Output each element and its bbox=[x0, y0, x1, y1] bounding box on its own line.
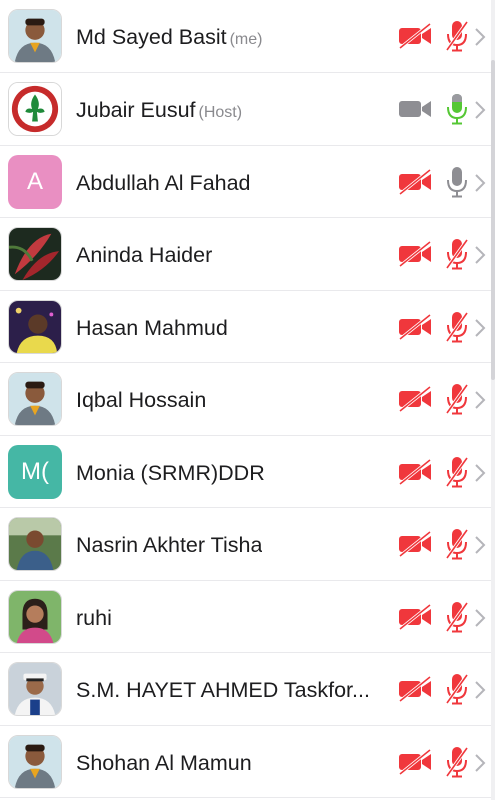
chevron-right-icon[interactable] bbox=[473, 389, 487, 411]
mic-muted-icon[interactable] bbox=[444, 455, 470, 489]
participant-row[interactable]: Md Sayed Basit (me) bbox=[0, 0, 495, 73]
participant-row[interactable]: S.M. HAYET AHMED Taskfor... bbox=[0, 653, 495, 726]
participant-name: Jubair Eusuf bbox=[76, 98, 196, 122]
participant-name: Monia (SRMR)DDR bbox=[76, 460, 265, 485]
participant-name-line: Hasan Mahmud bbox=[76, 291, 228, 363]
scrollbar-thumb[interactable] bbox=[491, 60, 495, 380]
participant-name-line: Abdullah Al Fahad bbox=[76, 146, 251, 218]
chevron-right-icon[interactable] bbox=[473, 752, 487, 774]
avatar-photo bbox=[8, 662, 62, 716]
participant-row[interactable]: Aninda Haider bbox=[0, 218, 495, 291]
avatar-photo bbox=[8, 517, 62, 571]
mic-muted-icon[interactable] bbox=[444, 672, 470, 706]
participant-row[interactable]: Nasrin Akhter Tisha bbox=[0, 508, 495, 581]
video-off-icon[interactable] bbox=[396, 675, 434, 703]
video-off-icon[interactable] bbox=[396, 22, 434, 50]
video-off-icon[interactable] bbox=[396, 603, 434, 631]
chevron-right-icon[interactable] bbox=[473, 172, 487, 194]
participant-role: (me) bbox=[229, 31, 263, 48]
mic-muted-icon[interactable] bbox=[444, 745, 470, 779]
chevron-right-icon[interactable] bbox=[473, 317, 487, 339]
chevron-right-icon[interactable] bbox=[473, 462, 487, 484]
participant-name-line: Shohan Al Mamun bbox=[76, 726, 252, 798]
participant-name: Hasan Mahmud bbox=[76, 315, 228, 340]
video-off-icon[interactable] bbox=[396, 530, 434, 558]
mic-muted-icon[interactable] bbox=[444, 19, 470, 53]
video-off-icon[interactable] bbox=[396, 748, 434, 776]
participant-name: Abdullah Al Fahad bbox=[76, 170, 251, 195]
participant-name: Md Sayed Basit bbox=[76, 25, 227, 49]
participant-row[interactable]: Iqbal Hossain bbox=[0, 363, 495, 436]
participant-name-line: Aninda Haider bbox=[76, 218, 212, 290]
mic-muted-icon[interactable] bbox=[444, 237, 470, 271]
participant-row[interactable]: A Abdullah Al Fahad bbox=[0, 145, 495, 218]
mic-muted-icon[interactable] bbox=[444, 382, 470, 416]
chevron-right-icon[interactable] bbox=[473, 607, 487, 629]
avatar-photo bbox=[8, 734, 62, 789]
participant-name: ruhi bbox=[76, 605, 112, 630]
participant-row[interactable]: Shohan Al Mamun bbox=[0, 725, 495, 798]
avatar-photo bbox=[8, 372, 62, 426]
avatar-letter: M( bbox=[8, 444, 62, 499]
avatar-initials: M( bbox=[21, 457, 49, 485]
participant-name: S.M. HAYET AHMED Taskfor... bbox=[76, 678, 370, 702]
mic-icon[interactable] bbox=[444, 165, 470, 199]
participant-name-line: Iqbal Hossain bbox=[76, 363, 206, 435]
scrollbar[interactable] bbox=[491, 0, 495, 800]
avatar-initials: A bbox=[26, 167, 43, 195]
participant-name: Shohan Al Mamun bbox=[76, 750, 252, 775]
mic-muted-icon[interactable] bbox=[444, 527, 470, 561]
mic-muted-icon[interactable] bbox=[444, 600, 470, 634]
chevron-right-icon[interactable] bbox=[473, 99, 487, 121]
avatar-photo bbox=[8, 227, 62, 281]
chevron-right-icon[interactable] bbox=[473, 534, 487, 556]
avatar-letter: A bbox=[8, 154, 62, 209]
participant-row[interactable]: ruhi bbox=[0, 580, 495, 653]
video-icon[interactable] bbox=[396, 95, 434, 123]
participant-name-line: ruhi bbox=[76, 581, 112, 653]
participant-role: (Host) bbox=[198, 104, 243, 121]
participant-name: Nasrin Akhter Tisha bbox=[76, 533, 263, 557]
participant-row[interactable]: Jubair Eusuf (Host) bbox=[0, 73, 495, 146]
participant-row[interactable]: M( Monia (SRMR)DDR bbox=[0, 435, 495, 508]
participant-row[interactable]: Hasan Mahmud bbox=[0, 290, 495, 363]
avatar-photo bbox=[8, 82, 62, 136]
participant-name: Aninda Haider bbox=[76, 243, 213, 267]
chevron-right-icon[interactable] bbox=[473, 679, 487, 701]
participant-list: Md Sayed Basit (me) Jubair Eusuf (Host) A Abd… bbox=[0, 0, 495, 798]
avatar-photo bbox=[8, 589, 62, 644]
mic-muted-icon[interactable] bbox=[444, 310, 470, 344]
video-off-icon[interactable] bbox=[396, 458, 434, 486]
chevron-right-icon[interactable] bbox=[473, 244, 487, 266]
avatar-photo bbox=[8, 9, 62, 63]
video-off-icon[interactable] bbox=[396, 313, 434, 341]
video-off-icon[interactable] bbox=[396, 240, 434, 268]
participant-name-line: S.M. HAYET AHMED Taskfor... bbox=[76, 653, 370, 725]
participant-name-line: Md Sayed Basit (me) bbox=[76, 0, 262, 72]
participant-name: Iqbal Hossain bbox=[76, 388, 207, 412]
participant-name-line: Jubair Eusuf (Host) bbox=[76, 73, 242, 145]
video-off-icon[interactable] bbox=[396, 168, 434, 196]
chevron-right-icon[interactable] bbox=[473, 26, 487, 48]
participant-name-line: Nasrin Akhter Tisha bbox=[76, 508, 262, 580]
mic-icon[interactable] bbox=[444, 92, 470, 126]
avatar-photo bbox=[8, 299, 62, 354]
participant-name-line: Monia (SRMR)DDR bbox=[76, 436, 265, 508]
video-off-icon[interactable] bbox=[396, 385, 434, 413]
